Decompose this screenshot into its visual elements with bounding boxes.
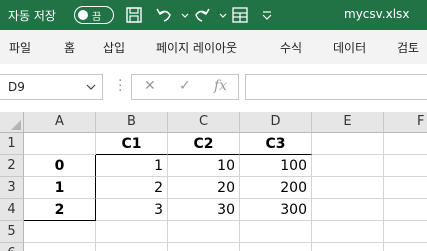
cell-f2[interactable]: [384, 155, 427, 177]
splitter-dots-icon[interactable]: · · ·: [118, 74, 122, 98]
row-header-4[interactable]: 4: [0, 199, 24, 221]
cell-a6[interactable]: [24, 243, 96, 251]
autosave-label: 자동 저장: [8, 9, 56, 23]
tab-file[interactable]: 파일: [9, 39, 31, 56]
row-header-3[interactable]: 3: [0, 177, 24, 199]
cell-f3[interactable]: [384, 177, 427, 199]
cell-e3[interactable]: [312, 177, 384, 199]
enter-icon[interactable]: ✓: [179, 78, 191, 94]
cell-e4[interactable]: [312, 199, 384, 221]
row-header-2[interactable]: 2: [0, 155, 24, 177]
cell-b1[interactable]: C1: [96, 133, 168, 155]
undo-icon[interactable]: [155, 6, 173, 24]
cell-b3[interactable]: 2: [96, 177, 168, 199]
cell-a4[interactable]: 2: [24, 199, 96, 221]
undo-dropdown-icon[interactable]: [176, 6, 189, 24]
cell-d4[interactable]: 300: [240, 199, 312, 221]
cell-b2[interactable]: 1: [96, 155, 168, 177]
redo-dropdown-icon[interactable]: [214, 6, 227, 24]
tab-data[interactable]: 데이터: [333, 39, 366, 56]
select-all-corner[interactable]: [0, 112, 24, 133]
select-all-icon: [11, 120, 21, 130]
column-header-d[interactable]: D: [240, 112, 312, 133]
autosave-state: 끔: [92, 12, 102, 23]
cell-c5[interactable]: [168, 221, 240, 243]
cell-d1[interactable]: C3: [240, 133, 312, 155]
autosave-toggle[interactable]: 끔: [74, 6, 114, 24]
save-icon[interactable]: [125, 6, 143, 24]
customize-icon[interactable]: [231, 6, 249, 24]
cell-e5[interactable]: [312, 221, 384, 243]
cell-d5[interactable]: [240, 221, 312, 243]
column-header-a[interactable]: A: [24, 112, 96, 133]
cell-a5[interactable]: [24, 221, 96, 243]
cell-d2[interactable]: 100: [240, 155, 312, 177]
cell-c2[interactable]: 10: [168, 155, 240, 177]
row-header-5[interactable]: 5: [0, 221, 24, 243]
cell-c3[interactable]: 20: [168, 177, 240, 199]
cell-d3[interactable]: 200: [240, 177, 312, 199]
tab-home[interactable]: 홈: [64, 39, 75, 56]
tab-page-layout[interactable]: 페이지 레이아웃: [156, 39, 237, 56]
redo-icon[interactable]: [193, 6, 211, 24]
column-header-c[interactable]: C: [168, 112, 240, 133]
cell-a1[interactable]: [24, 133, 96, 155]
cell-e6[interactable]: [312, 243, 384, 251]
name-box-value: D9: [8, 80, 25, 94]
cell-f5[interactable]: [384, 221, 427, 243]
cell-f6[interactable]: [384, 243, 427, 251]
name-box[interactable]: D9: [0, 74, 103, 100]
cell-a3[interactable]: 1: [24, 177, 96, 199]
cell-b6[interactable]: [96, 243, 168, 251]
tab-review[interactable]: 검토: [397, 39, 419, 56]
cell-f4[interactable]: [384, 199, 427, 221]
title-bar: 자동 저장 끔 mycsv.xlsx: [0, 0, 427, 30]
cell-a2[interactable]: 0: [24, 155, 96, 177]
row-header-6[interactable]: 6: [0, 243, 24, 251]
cell-e1[interactable]: [312, 133, 384, 155]
file-name: mycsv.xlsx: [344, 7, 410, 21]
quick-access-menu-icon[interactable]: [258, 6, 272, 24]
cell-c4[interactable]: 30: [168, 199, 240, 221]
cell-f1[interactable]: [384, 133, 427, 155]
ribbon-tabs: 파일 홈 삽입 페이지 레이아웃 수식 데이터 검토: [0, 30, 427, 65]
cell-c6[interactable]: [168, 243, 240, 251]
column-header-e[interactable]: E: [312, 112, 384, 133]
formula-input[interactable]: [245, 74, 427, 100]
insert-function-icon[interactable]: fx: [214, 78, 227, 94]
tab-insert[interactable]: 삽입: [103, 39, 125, 56]
cell-b4[interactable]: 3: [96, 199, 168, 221]
cell-e2[interactable]: [312, 155, 384, 177]
row-header-1[interactable]: 1: [0, 133, 24, 155]
formula-bar: D9 · · · ✕ ✓ fx: [0, 64, 427, 113]
tab-formulas[interactable]: 수식: [280, 39, 302, 56]
column-header-f[interactable]: F: [384, 112, 427, 133]
cancel-icon[interactable]: ✕: [144, 78, 156, 94]
column-header-b[interactable]: B: [96, 112, 168, 133]
cell-d6[interactable]: [240, 243, 312, 251]
formula-buttons: ✕ ✓ fx: [131, 74, 239, 100]
cell-b5[interactable]: [96, 221, 168, 243]
chevron-down-icon[interactable]: [86, 82, 96, 92]
toggle-knob: [78, 9, 88, 20]
cell-c1[interactable]: C2: [168, 133, 240, 155]
